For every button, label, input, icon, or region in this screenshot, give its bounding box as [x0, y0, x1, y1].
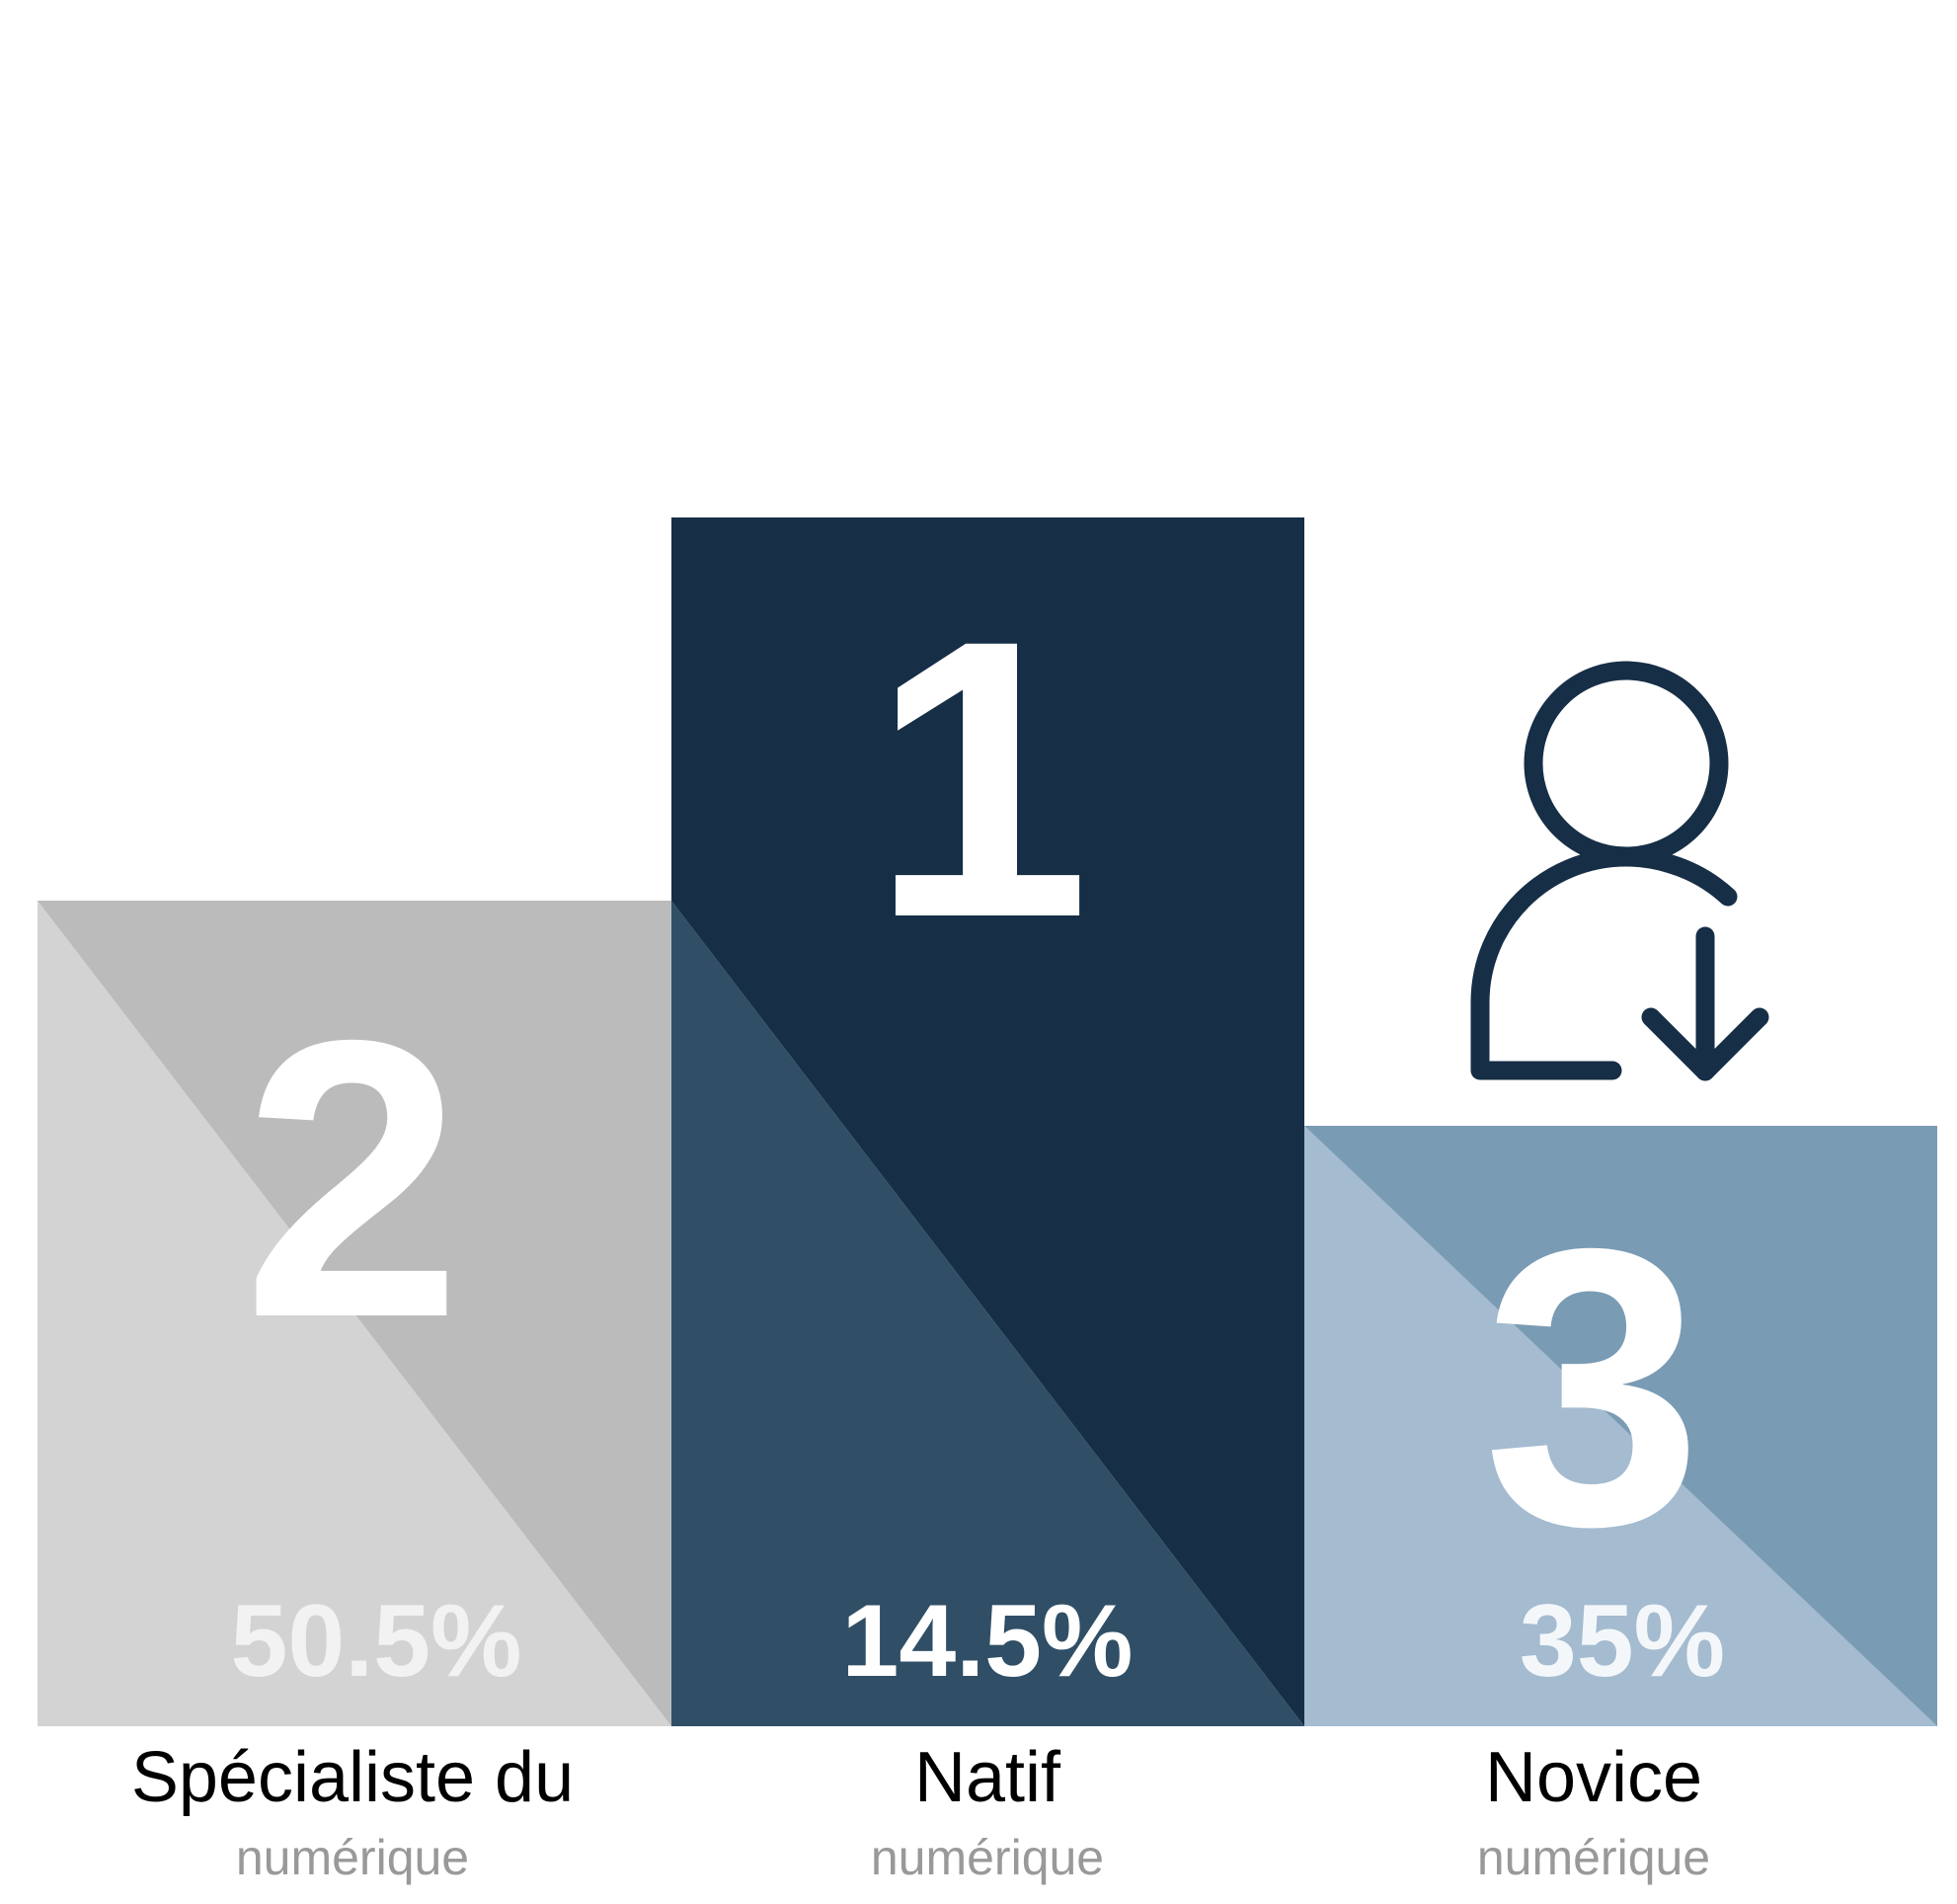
value-label-specialiste: 50.5% [231, 1584, 522, 1699]
value-label-novice: 35% [1520, 1584, 1725, 1699]
category-label-specialiste: Spécialiste du [131, 1738, 574, 1817]
value-label-natif: 14.5% [842, 1584, 1134, 1699]
category-sublabel-novice: numérique [1477, 1830, 1710, 1885]
rank-number-1: 1 [871, 558, 1090, 999]
user-arrow-down-icon [1470, 661, 1769, 1081]
category-label-novice: Novice [1485, 1738, 1702, 1817]
podium-chart: 2 1 3 50.5% 14.5% 35% Spécialiste du Nat… [38, 517, 1937, 1885]
category-sublabel-specialiste: numérique [236, 1830, 469, 1885]
category-label-natif: Natif [914, 1738, 1061, 1817]
rank-number-3: 3 [1483, 1166, 1702, 1608]
rank-number-2: 2 [243, 958, 462, 1399]
category-sublabel-natif: numérique [871, 1830, 1104, 1885]
